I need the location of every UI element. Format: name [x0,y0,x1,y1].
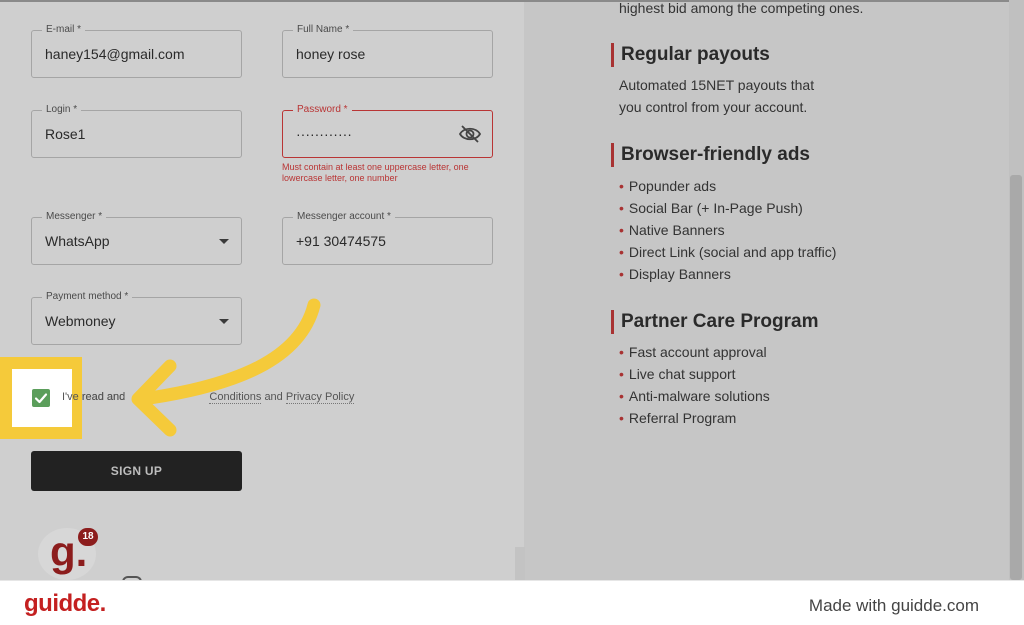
list-item: Display Banners [619,266,731,282]
list-item: Social Bar (+ In-Page Push) [619,200,803,216]
signup-form-panel [0,0,524,580]
list-item: Anti-malware solutions [619,388,770,404]
chevron-down-icon [219,319,229,324]
full-name-field[interactable]: Full Name * honey rose [282,24,493,78]
panel-divider [515,547,525,580]
list-item: Native Banners [619,222,725,238]
full-name-label: Full Name * [293,24,354,36]
footer: guidde. Made with guidde.com [0,580,1024,625]
email-field[interactable]: E-mail * haney154@gmail.com [31,24,242,78]
payouts-line-1: Automated 15NET payouts that [619,77,815,93]
browser-friendly-ads-heading: Browser-friendly ads [611,143,810,167]
full-name-value: honey rose [296,46,366,62]
password-value: ············ [296,126,352,142]
messenger-account-field[interactable]: Messenger account * +91 30474575 [282,211,493,265]
list-item: Fast account approval [619,344,767,360]
consent-prefix-visible: I've read and [62,391,125,403]
email-value: haney154@gmail.com [45,46,185,62]
partner-care-heading: Partner Care Program [611,310,818,334]
messenger-account-value: +91 30474575 [296,233,386,249]
guidde-logo: guidde. [24,590,106,617]
privacy-policy-link[interactable]: Privacy Policy [285,391,355,404]
password-error: Must contain at least one uppercase lett… [282,162,469,183]
password-label: Password * [293,104,352,116]
hide-password-icon[interactable] [458,123,482,145]
sign-up-button[interactable]: SIGN UP [31,451,242,491]
chevron-down-icon [219,239,229,244]
password-field[interactable]: Password * ············ [282,104,493,158]
scrollbar-thumb[interactable] [1010,175,1022,580]
top-divider [0,0,1024,2]
consent-checkbox[interactable] [32,389,50,407]
messenger-account-label: Messenger account * [293,211,395,223]
payment-method-label: Payment method * [42,291,133,303]
messenger-label: Messenger * [42,211,107,223]
checkmark-icon [34,393,48,404]
made-with-text: Made with guidde.com [808,596,979,615]
notification-badge: 18 [78,528,98,546]
payment-method-select[interactable]: Payment method * Webmoney [31,291,242,345]
bid-text: highest bid among the competing ones. [619,0,864,16]
regular-payouts-heading: Regular payouts [611,43,770,67]
list-item: Popunder ads [619,178,716,194]
messenger-value: WhatsApp [45,233,110,249]
payment-method-value: Webmoney [45,313,116,329]
login-label: Login * [42,104,82,116]
consent-and: and [264,391,283,403]
list-item: Live chat support [619,366,736,382]
consent-prefix-label: I've read and [62,391,126,403]
login-value: Rose1 [45,126,86,142]
list-item: Referral Program [619,410,736,426]
payouts-line-2: you control from your account. [619,99,808,115]
terms-link[interactable]: Conditions [209,391,262,404]
messenger-select[interactable]: Messenger * WhatsApp [31,211,242,265]
list-item: Direct Link (social and app traffic) [619,244,837,260]
login-field[interactable]: Login * Rose1 [31,104,242,158]
email-label: E-mail * [42,24,86,36]
